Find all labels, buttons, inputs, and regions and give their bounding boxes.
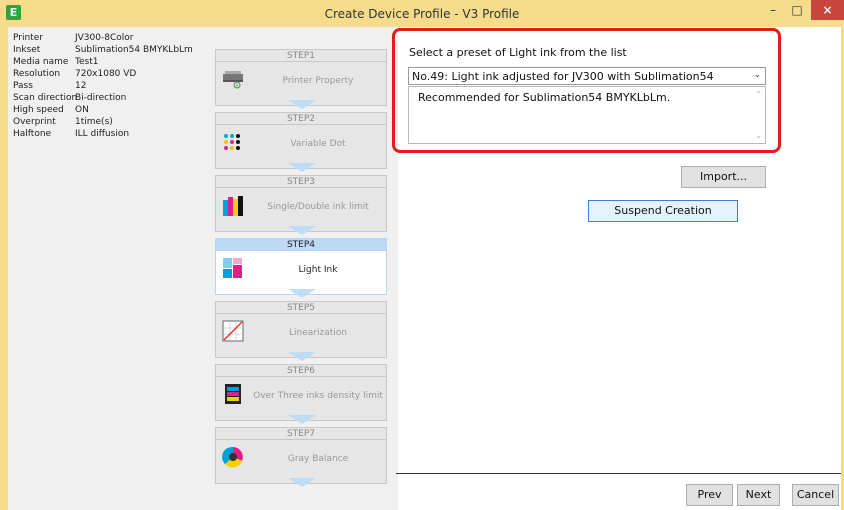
step-name: Linearization	[289, 328, 347, 338]
step-name: Over Three inks density limit	[253, 391, 383, 401]
info-value: Bi-direction	[75, 93, 127, 103]
minimize-button[interactable]: –	[761, 0, 785, 20]
step-name: Printer Property	[282, 76, 354, 86]
step-number: STEP6	[216, 365, 386, 377]
info-key: Halftone	[13, 129, 52, 139]
ink-bars-icon	[223, 196, 243, 216]
step-name: Single/Double ink limit	[267, 202, 369, 212]
preset-selected-value: No.49: Light ink adjusted for JV300 with…	[412, 70, 714, 83]
close-button[interactable]: ×	[811, 0, 844, 20]
scroll-up-icon[interactable]: ⌃	[755, 90, 762, 99]
step-5-linearization[interactable]: STEP5 Linearization	[215, 301, 387, 358]
steps-column: STEP1 Printer Property STEP2 Variable Do…	[208, 27, 398, 510]
info-value: ON	[75, 105, 89, 115]
density-icon	[225, 384, 241, 404]
preset-dropdown[interactable]: No.49: Light ink adjusted for JV300 with…	[408, 67, 766, 85]
gray-balance-icon	[222, 446, 243, 468]
cancel-button[interactable]: Cancel	[792, 484, 839, 506]
step-number: STEP3	[216, 176, 386, 188]
preset-label: Select a preset of Light ink from the li…	[409, 46, 627, 59]
step-arrow-icon	[288, 289, 316, 298]
linearization-icon	[222, 320, 244, 342]
step-arrow-icon	[288, 163, 316, 172]
info-key: Scan direction	[13, 93, 78, 103]
info-key: Resolution	[13, 69, 61, 79]
info-key: Pass	[13, 81, 33, 91]
info-key: Overprint	[13, 117, 56, 127]
info-key: High speed	[13, 105, 64, 115]
preset-description-box[interactable]: Recommended for Sublimation54 BMYKLbLm. …	[408, 86, 766, 144]
light-ink-icon	[223, 258, 242, 278]
step-6-density-limit[interactable]: STEP6 Over Three inks density limit	[215, 364, 387, 421]
step-4-light-ink[interactable]: STEP4 Light Ink	[215, 238, 387, 295]
import-button[interactable]: Import...	[681, 166, 766, 188]
step-1-printer-property[interactable]: STEP1 Printer Property	[215, 49, 387, 106]
info-key: Printer	[13, 33, 43, 43]
info-value: JV300-8Color	[75, 33, 134, 43]
scroll-down-icon[interactable]: ⌄	[755, 131, 762, 140]
maximize-button[interactable]: □	[785, 0, 809, 20]
title-bar: E Create Device Profile - V3 Profile – □…	[0, 0, 844, 27]
printer-icon	[223, 71, 243, 89]
chevron-down-icon: ⌄	[753, 70, 761, 80]
window-title: Create Device Profile - V3 Profile	[324, 7, 520, 21]
step-3-ink-limit[interactable]: STEP3 Single/Double ink limit	[215, 175, 387, 232]
info-value: 12	[75, 81, 87, 91]
step-arrow-icon	[288, 100, 316, 109]
dots-icon	[224, 134, 240, 150]
step-name: Variable Dot	[290, 139, 346, 149]
step-name: Light Ink	[298, 265, 338, 275]
step-7-gray-balance[interactable]: STEP7 Gray Balance	[215, 427, 387, 484]
info-value: ILL diffusion	[75, 129, 130, 139]
step-arrow-icon	[288, 478, 316, 487]
window-frame-left	[0, 27, 8, 510]
next-button[interactable]: Next	[737, 484, 780, 506]
step-arrow-icon	[288, 226, 316, 235]
info-value: 720x1080 VD	[75, 69, 137, 79]
info-value: 1time(s)	[75, 117, 113, 127]
step-number: STEP7	[216, 428, 386, 440]
info-key: Media name	[13, 57, 69, 67]
divider	[396, 473, 841, 474]
step-name: Gray Balance	[287, 454, 349, 464]
info-value: Test1	[75, 57, 99, 67]
info-value: Sublimation54 BMYKLbLm	[75, 45, 193, 55]
suspend-creation-button[interactable]: Suspend Creation	[588, 200, 738, 222]
step-2-variable-dot[interactable]: STEP2 Variable Dot	[215, 112, 387, 169]
step-number: STEP1	[216, 50, 386, 62]
preset-description: Recommended for Sublimation54 BMYKLbLm.	[418, 91, 671, 104]
step-number: STEP2	[216, 113, 386, 125]
profile-info-panel: Printer JV300-8Color Inkset Sublimation54 …	[8, 27, 208, 510]
step-arrow-icon	[288, 415, 316, 424]
prev-button[interactable]: Prev	[686, 484, 733, 506]
step-number: STEP5	[216, 302, 386, 314]
step-number: STEP4	[216, 239, 386, 251]
info-key: Inkset	[13, 45, 41, 55]
step-arrow-icon	[288, 352, 316, 361]
